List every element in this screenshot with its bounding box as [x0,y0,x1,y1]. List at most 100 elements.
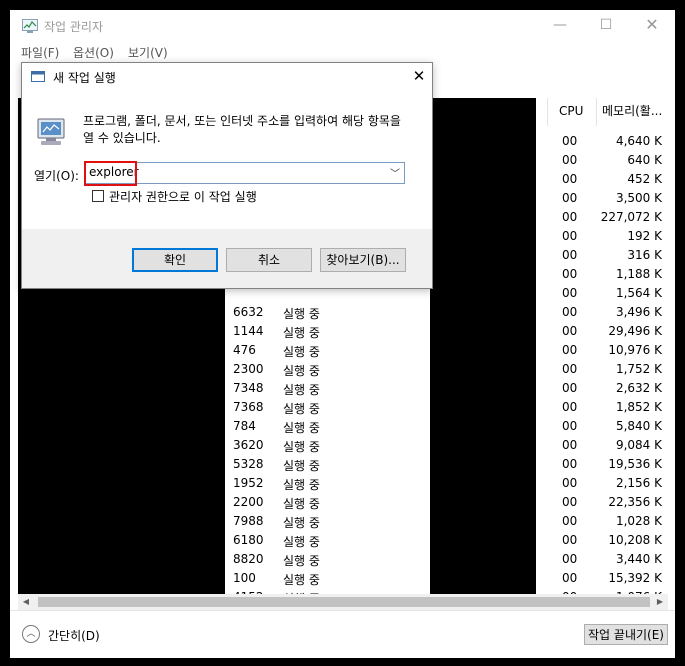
ok-button[interactable]: 확인 [132,248,218,272]
process-cpu: 00 [562,305,578,319]
process-cpu: 00 [562,552,578,566]
task-manager-icon [22,19,38,33]
chevron-up-icon[interactable]: ︿ [22,625,40,643]
open-label: 열기(O): [34,169,79,183]
process-memory: 192 K [627,229,662,243]
process-memory: 452 K [627,172,662,186]
menu-view[interactable]: 보기(V) [128,44,168,61]
table-row[interactable]: 2200 실행 중 00 22,356 K [18,493,668,512]
open-input[interactable]: explorer [89,165,139,179]
table-row[interactable]: 476 실행 중 00 10,976 K [18,341,668,360]
process-memory: 19,536 K [608,457,662,471]
process-cpu: 00 [562,210,578,224]
process-pid: 5328 [233,457,264,471]
process-memory: 1,188 K [615,267,662,281]
process-status: 실행 중 [283,478,320,492]
table-row[interactable]: 7368 실행 중 00 1,852 K [18,398,668,417]
process-pid: 784 [233,419,256,433]
end-task-button[interactable]: 작업 끝내기(E) [584,624,668,645]
table-row[interactable]: 7988 실행 중 00 1,028 K [18,512,668,531]
minimize-button[interactable]: — [537,10,583,42]
cancel-button[interactable]: 취소 [226,248,312,272]
scroll-thumb[interactable] [38,597,650,607]
column-header-user[interactable]: 사용자 이름 [434,98,493,128]
table-row[interactable]: 1952 실행 중 00 2,156 K [18,474,668,493]
table-row[interactable]: 3620 실행 중 00 9,084 K [18,436,668,455]
dialog-close-button[interactable]: ✕ [406,65,432,87]
process-cpu: 00 [562,191,578,205]
process-cpu: 00 [562,571,578,585]
table-row[interactable]: 100 실행 중 00 15,392 K [18,569,668,588]
process-memory: 1,752 K [615,362,662,376]
table-row[interactable]: 2300 실행 중 00 1,752 K [18,360,668,379]
column-header-memory[interactable]: 메모리(활... [602,98,662,128]
process-pid: 3620 [233,438,264,452]
column-header-cpu[interactable]: CPU [559,98,583,128]
admin-checkbox-label[interactable]: 관리자 권한으로 이 작업 실행 [109,188,257,205]
process-status: 실행 중 [283,459,320,473]
column-separator [596,98,597,126]
run-icon [31,71,45,82]
process-status: 실행 중 [283,345,320,359]
process-status: 실행 중 [283,497,320,511]
process-pid: 2200 [233,495,264,509]
process-cpu: 00 [562,248,578,262]
process-status: 실행 중 [283,535,320,549]
computer-icon [37,118,65,145]
process-memory: 2,632 K [615,381,662,395]
chevron-down-icon[interactable]: ﹀ [390,165,400,180]
admin-checkbox[interactable] [92,190,104,202]
browse-button[interactable]: 찾아보기(B)... [320,248,406,272]
dialog-description: 프로그램, 폴더, 문서, 또는 인터넷 주소를 입력하여 해당 항목을 열 수… [83,114,401,145]
scroll-right-icon[interactable]: ▶ [652,594,668,610]
column-separator [547,98,548,126]
title-bar[interactable]: 작업 관리자 — ☐ ✕ [10,10,675,42]
process-status: 실행 중 [283,383,320,397]
process-cpu: 00 [562,438,578,452]
process-pid: 2300 [233,362,264,376]
process-memory: 640 K [627,153,662,167]
process-pid: 8820 [233,552,264,566]
process-cpu: 00 [562,134,578,148]
process-status: 실행 중 [283,364,320,378]
process-cpu: 00 [562,400,578,414]
process-cpu: 00 [562,286,578,300]
table-row[interactable]: 8820 실행 중 00 3,440 K [18,550,668,569]
open-combobox[interactable]: explorer ﹀ [84,162,405,184]
process-memory: 10,208 K [608,533,662,547]
process-status: 실행 중 [283,307,320,321]
process-pid: 100 [233,571,256,585]
fewer-details-link[interactable]: 간단히(D) [48,627,100,644]
maximize-button[interactable]: ☐ [583,10,629,42]
process-cpu: 00 [562,324,578,338]
process-memory: 10,976 K [608,343,662,357]
table-row[interactable]: 6632 실행 중 00 3,496 K [18,303,668,322]
process-cpu: 00 [562,419,578,433]
process-cpu: 00 [562,172,578,186]
process-status: 실행 중 [283,421,320,435]
process-cpu: 00 [562,495,578,509]
process-memory: 227,072 K [600,210,662,224]
scroll-left-icon[interactable]: ◀ [18,594,34,610]
process-memory: 1,564 K [615,286,662,300]
table-row[interactable]: 1144 실행 중 00 29,496 K [18,322,668,341]
process-status: 실행 중 [283,440,320,454]
table-row[interactable]: 7348 실행 중 00 2,632 K [18,379,668,398]
process-cpu: 00 [562,457,578,471]
menu-options[interactable]: 옵션(O) [73,44,114,61]
process-pid: 7988 [233,514,264,528]
process-cpu: 00 [562,229,578,243]
process-memory: 1,852 K [615,400,662,414]
table-row[interactable]: 784 실행 중 00 5,840 K [18,417,668,436]
process-status: 실행 중 [283,326,320,340]
process-memory: 22,356 K [608,495,662,509]
table-row[interactable]: 6180 실행 중 00 10,208 K [18,531,668,550]
horizontal-scrollbar[interactable]: ◀ ▶ [18,594,668,610]
table-row[interactable]: 5328 실행 중 00 19,536 K [18,455,668,474]
process-pid: 1952 [233,476,264,490]
close-button[interactable]: ✕ [629,10,675,42]
run-dialog: 새 작업 실행 ✕ 프로그램, 폴더, 문서, 또는 인터넷 주소를 입력하여 … [21,62,433,289]
process-pid: 476 [233,343,256,357]
process-memory: 9,084 K [615,438,662,452]
menu-file[interactable]: 파일(F) [21,44,59,61]
